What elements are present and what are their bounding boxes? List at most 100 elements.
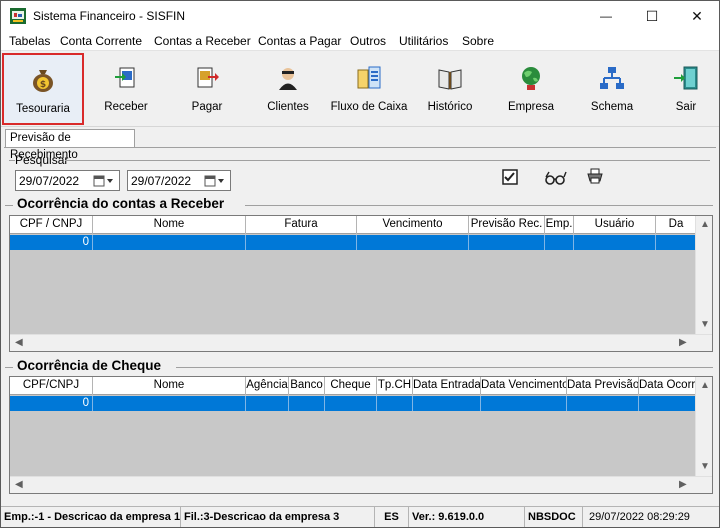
receivables-horizontal-scrollbar[interactable]: ◀ ▶ [10, 334, 712, 351]
close-icon: ✕ [691, 7, 703, 24]
minimize-icon: — [600, 9, 612, 23]
scroll-up-icon[interactable]: ▲ [700, 219, 710, 230]
status-empresa: Emp.:-1 - Descricao da empresa 1 [1, 507, 181, 527]
cell-emp[interactable] [545, 235, 574, 250]
col-previsao-rec[interactable]: Previsão Rec. [469, 216, 545, 234]
col-banco[interactable]: Banco [289, 377, 325, 395]
cell-banco[interactable] [289, 396, 325, 411]
schema-button[interactable]: Schema [572, 53, 652, 125]
scroll-down-icon[interactable]: ▼ [700, 319, 710, 330]
receber-button[interactable]: Receber [86, 53, 166, 125]
clientes-label: Clientes [267, 101, 309, 113]
book-icon [438, 69, 462, 90]
col-usuario[interactable]: Usuário [574, 216, 656, 234]
filter-group-label: Pesquisar [15, 153, 69, 167]
app-logo-icon [10, 8, 26, 24]
menu-tabelas[interactable]: Tabelas [9, 34, 50, 48]
window-title: Sistema Financeiro - SISFIN [33, 9, 186, 23]
cell-nome[interactable] [93, 235, 246, 250]
table-row[interactable]: 0 [10, 235, 696, 250]
empresa-button[interactable]: Empresa [491, 53, 571, 125]
cell-usuario[interactable] [574, 235, 656, 250]
col-vencimento[interactable]: Vencimento [357, 216, 469, 234]
cell-data-previsao[interactable] [567, 396, 639, 411]
glasses-icon[interactable] [544, 169, 568, 187]
date-to-field[interactable]: 29/07/2022 [127, 170, 231, 191]
sair-label: Sair [675, 101, 697, 113]
scroll-right-icon[interactable]: ▶ [679, 479, 687, 490]
scroll-down-icon[interactable]: ▼ [700, 461, 710, 472]
app-window: Sistema Financeiro - SISFIN — ☐ ✕ Tabela… [0, 0, 720, 528]
col-nome[interactable]: Nome [93, 216, 246, 234]
historico-button[interactable]: Histórico [410, 53, 490, 125]
menu-sobre[interactable]: Sobre [462, 34, 494, 48]
pagar-button[interactable]: Pagar [167, 53, 247, 125]
cell-previsao-rec[interactable] [469, 235, 545, 250]
menu-utilitarios[interactable]: Utilitários [399, 34, 448, 48]
receivables-rule-left [5, 205, 13, 206]
tab-previsao-de-recebimento[interactable]: Previsão de Recebimento [5, 129, 135, 161]
col-cheque[interactable]: Cheque [325, 377, 377, 395]
scroll-left-icon[interactable]: ◀ [15, 479, 23, 490]
menu-outros[interactable]: Outros [350, 34, 386, 48]
status-versao: Ver.: 9.619.0.0 [409, 507, 525, 527]
col-agencia[interactable]: Agência [246, 377, 289, 395]
company-globe-icon [522, 67, 540, 90]
tesouraria-button[interactable]: $ Tesouraria [2, 53, 84, 125]
col-tp-ch[interactable]: Tp.CH [377, 377, 413, 395]
col-nome[interactable]: Nome [93, 377, 246, 395]
col-cpf-cnpj[interactable]: CPF / CNPJ [10, 216, 93, 234]
cell-vencimento[interactable] [357, 235, 469, 250]
cell-data-entrada[interactable] [413, 396, 481, 411]
minimize-button[interactable]: — [583, 1, 629, 31]
cheques-grid[interactable]: CPF/CNPJ Nome Agência Banco Cheque Tp.CH… [9, 376, 713, 494]
scroll-right-icon[interactable]: ▶ [679, 337, 687, 348]
col-data-entrada[interactable]: Data Entrada [413, 377, 481, 395]
printer-icon[interactable] [586, 167, 604, 185]
receivables-title: Ocorrência do contas a Receber [17, 196, 225, 211]
menu-conta-corrente[interactable]: Conta Corrente [60, 34, 142, 48]
date-from-value: 29/07/2022 [19, 174, 80, 188]
calendar-dropdown-icon[interactable] [93, 174, 115, 188]
cell-cpf-cnpj[interactable]: 0 [10, 235, 93, 250]
receivables-grid[interactable]: CPF / CNPJ Nome Fatura Vencimento Previs… [9, 215, 713, 352]
sair-button[interactable]: Sair [653, 53, 719, 125]
title-bar[interactable]: Sistema Financeiro - SISFIN — ☐ ✕ [1, 1, 719, 31]
col-cpf-cnpj[interactable]: CPF/CNPJ [10, 377, 93, 395]
cheques-vertical-scrollbar[interactable]: ▲ ▼ [695, 377, 712, 476]
cheques-horizontal-scrollbar[interactable]: ◀ ▶ [10, 476, 712, 493]
cheques-title: Ocorrência de Cheque [17, 358, 162, 373]
menu-contas-a-receber[interactable]: Contas a Receber [154, 34, 251, 48]
close-button[interactable]: ✕ [674, 1, 719, 31]
col-data-truncated[interactable]: Da [656, 216, 696, 234]
scroll-up-icon[interactable]: ▲ [700, 380, 710, 391]
cell-agencia[interactable] [246, 396, 289, 411]
cell-tp-ch[interactable] [377, 396, 413, 411]
calendar-dropdown-icon[interactable] [204, 174, 226, 188]
receivables-vertical-scrollbar[interactable]: ▲ ▼ [695, 216, 712, 334]
cell-data-vencimento[interactable] [481, 396, 567, 411]
fluxo-de-caixa-button[interactable]: Fluxo de Caixa [329, 53, 409, 125]
receivables-header: CPF / CNPJ Nome Fatura Vencimento Previs… [10, 216, 696, 234]
checklist-icon[interactable] [501, 168, 519, 186]
menu-contas-a-pagar[interactable]: Contas a Pagar [258, 34, 341, 48]
status-uf: ES [375, 507, 409, 527]
cell-nome[interactable] [93, 396, 246, 411]
col-data-previsao[interactable]: Data Previsão [567, 377, 639, 395]
table-row[interactable]: 0 [10, 396, 696, 411]
cell-cheque[interactable] [325, 396, 377, 411]
historico-label: Histórico [427, 101, 473, 113]
scroll-left-icon[interactable]: ◀ [15, 337, 23, 348]
cash-flow-icon [357, 66, 381, 89]
col-data-vencimento[interactable]: Data Vencimento [481, 377, 567, 395]
maximize-button[interactable]: ☐ [629, 1, 675, 31]
cheques-rule-right [176, 367, 713, 368]
col-data-ocorrencia[interactable]: Data Ocorrê [639, 377, 696, 395]
col-fatura[interactable]: Fatura [246, 216, 357, 234]
col-emp[interactable]: Emp. [545, 216, 574, 234]
cell-cpf-cnpj[interactable]: 0 [10, 396, 93, 411]
date-to-value: 29/07/2022 [131, 174, 192, 188]
cell-fatura[interactable] [246, 235, 357, 250]
date-from-field[interactable]: 29/07/2022 [15, 170, 120, 191]
clientes-button[interactable]: Clientes [248, 53, 328, 125]
